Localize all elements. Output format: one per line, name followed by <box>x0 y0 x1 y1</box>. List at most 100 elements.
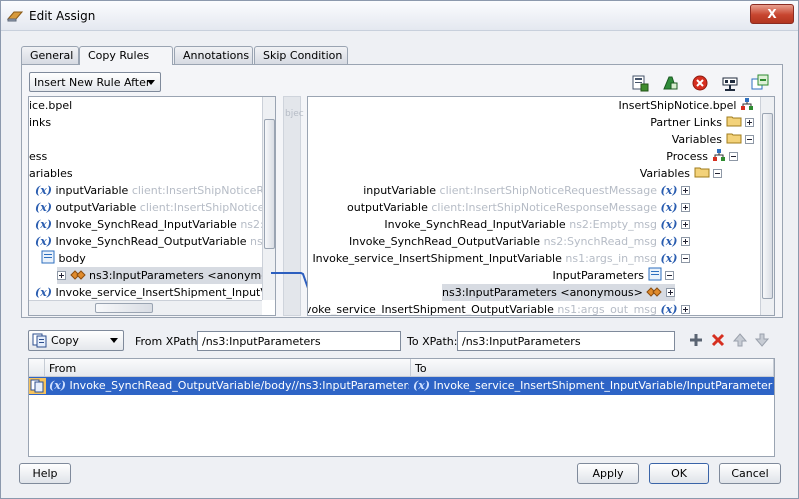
xpath-expression-icon[interactable] <box>631 74 649 92</box>
to-xpath-input[interactable]: /ns3:InputParameters <box>457 331 675 351</box>
target-tree[interactable]: InsertShipNotice.bpel Partner Links Vari… <box>307 96 775 316</box>
scroll-thumb[interactable] <box>95 303 153 313</box>
connector-label: bjec <box>285 109 304 119</box>
collapse-icon[interactable] <box>729 152 738 161</box>
tab-annotations[interactable]: Annotations <box>174 46 253 64</box>
tree-node[interactable]: inks <box>29 114 51 131</box>
tree-node-process-variables[interactable]: Variables <box>640 165 722 182</box>
delete-icon[interactable] <box>711 333 725 347</box>
tree-node-bpel-file[interactable]: InsertShipNotice.bpel <box>619 97 754 114</box>
source-tree[interactable]: ice.bpel inks ess ariables (x) inputVari… <box>28 96 276 316</box>
insert-rule-select[interactable]: Insert New Rule After <box>29 72 161 92</box>
tree-node[interactable]: ice.bpel <box>29 97 72 114</box>
window-title: Edit Assign <box>29 9 96 23</box>
title-bar: Edit Assign X <box>1 1 798 31</box>
table-row[interactable]: (x) Invoke_SynchRead_OutputVariable/body… <box>29 377 774 395</box>
tree-node-input-parameters-part[interactable]: InputParameters <box>553 267 674 284</box>
tree-node-synchread-output[interactable]: Invoke_SynchRead_OutputVariable ns2:Sync… <box>349 233 690 250</box>
tree-node[interactable]: ariables <box>29 165 73 182</box>
variable-icon: (x) <box>35 286 52 299</box>
expand-icon[interactable] <box>681 203 690 212</box>
variable-icon: (x) <box>660 184 678 197</box>
source-tree-horizontal-scrollbar[interactable] <box>29 300 262 315</box>
literal-icon[interactable] <box>661 74 679 92</box>
expand-icon[interactable] <box>681 237 690 246</box>
process-icon <box>712 149 725 161</box>
tree-node-input-parameters[interactable]: ns3:InputParameters <anonymous> <box>442 284 675 301</box>
insert-rule-value: Insert New Rule After <box>34 76 151 89</box>
table-header-from[interactable]: From <box>45 359 411 377</box>
copy-operation-value: Copy <box>51 334 79 347</box>
help-button[interactable]: Help <box>19 463 71 484</box>
table-header-to[interactable]: To <box>411 359 774 377</box>
tree-node-insertshipment-input[interactable]: (x) Invoke_service_InsertShipment_InputV… <box>35 284 275 301</box>
message-part-icon <box>648 267 661 281</box>
variable-icon: (x) <box>35 218 52 231</box>
expand-icon[interactable] <box>745 118 754 127</box>
variable-icon: (x) <box>35 201 52 214</box>
expand-icon[interactable] <box>57 271 66 280</box>
copy-icon <box>29 378 46 394</box>
variable-icon: (x) <box>660 201 678 214</box>
tree-node-output-variable[interactable]: (x) outputVariable client:InsertShipNoti… <box>35 199 275 216</box>
xml-fragment-icon[interactable] <box>721 74 739 92</box>
tree-node-synchread-output[interactable]: (x) Invoke_SynchRead_OutputVariable ns2:… <box>35 233 275 250</box>
expand-all-icon[interactable] <box>751 74 769 92</box>
variable-icon: (x) <box>660 218 678 231</box>
folder-open-icon <box>726 133 741 144</box>
message-part-icon <box>41 250 55 264</box>
expand-icon[interactable] <box>681 220 690 229</box>
copy-operation-select[interactable]: Copy <box>28 330 124 351</box>
tree-node-partner-links[interactable]: Partner Links <box>650 114 754 131</box>
variable-icon: (x) <box>660 252 678 265</box>
collapse-icon[interactable] <box>713 169 722 178</box>
from-xpath-input[interactable]: /ns3:InputParameters <box>197 331 401 351</box>
move-up-icon[interactable] <box>733 333 747 347</box>
tab-skip-condition[interactable]: Skip Condition <box>254 46 348 64</box>
tree-node-input-variable[interactable]: (x) inputVariable client:InsertShipNotic… <box>35 182 275 199</box>
tree-node-process[interactable]: Process <box>666 148 738 165</box>
variable-icon: (x) <box>660 303 678 316</box>
expand-icon[interactable] <box>681 186 690 195</box>
folder-icon <box>726 116 741 127</box>
chevron-down-icon <box>147 80 155 85</box>
expand-icon[interactable] <box>681 305 690 314</box>
tree-node-insertshipment-output[interactable]: Invoke_service_InsertShipment_OutputVari… <box>308 301 690 316</box>
process-icon <box>741 98 753 110</box>
tree-node-insertshipment-input[interactable]: Invoke_service_InsertShipment_InputVaria… <box>312 250 690 267</box>
element-icon <box>69 270 86 280</box>
cancel-button[interactable]: Cancel <box>719 463 781 484</box>
tab-copy-rules[interactable]: Copy Rules <box>79 46 173 65</box>
to-xpath-label: To XPath: <box>407 335 458 348</box>
element-icon <box>646 287 663 297</box>
apply-button[interactable]: Apply <box>577 463 639 484</box>
expand-icon[interactable] <box>665 288 675 297</box>
close-button[interactable]: X <box>750 4 794 24</box>
tree-node-input-variable[interactable]: inputVariable client:InsertShipNoticeReq… <box>363 182 690 199</box>
tab-general[interactable]: General <box>21 46 79 64</box>
tree-node-body[interactable]: body <box>41 250 86 267</box>
collapse-icon[interactable] <box>681 254 690 263</box>
collapse-icon[interactable] <box>745 135 754 144</box>
tree-node-variables[interactable]: Variables <box>672 131 754 148</box>
table-header-icon-column <box>29 359 45 377</box>
scroll-thumb[interactable] <box>762 113 773 299</box>
collapse-icon[interactable] <box>665 271 674 280</box>
tree-node-synchread-input[interactable]: (x) Invoke_SynchRead_InputVariable ns2:E… <box>35 216 275 233</box>
move-down-icon[interactable] <box>755 333 769 347</box>
remove-icon[interactable] <box>691 74 709 92</box>
target-tree-vertical-scrollbar[interactable] <box>760 97 774 315</box>
variable-icon: (x) <box>35 184 52 197</box>
tree-node-output-variable[interactable]: outputVariable client:InsertShipNoticeRe… <box>347 199 690 216</box>
copy-rules-table[interactable]: From To (x) Invoke_SynchRead_OutputVaria… <box>28 358 775 457</box>
tree-node-input-parameters[interactable]: ns3:InputParameters <anonymous> <box>57 267 275 284</box>
tree-node[interactable]: ess <box>29 148 47 165</box>
add-icon[interactable] <box>689 333 703 347</box>
scroll-thumb[interactable] <box>264 119 275 249</box>
copy-icon <box>32 333 47 348</box>
ok-button[interactable]: OK <box>649 463 709 484</box>
tree-node-synchread-input[interactable]: Invoke_SynchRead_InputVariable ns2:Empty… <box>384 216 690 233</box>
variable-icon: (x) <box>35 235 52 248</box>
folder-open-icon <box>694 167 709 178</box>
variable-icon: (x) <box>49 379 66 392</box>
